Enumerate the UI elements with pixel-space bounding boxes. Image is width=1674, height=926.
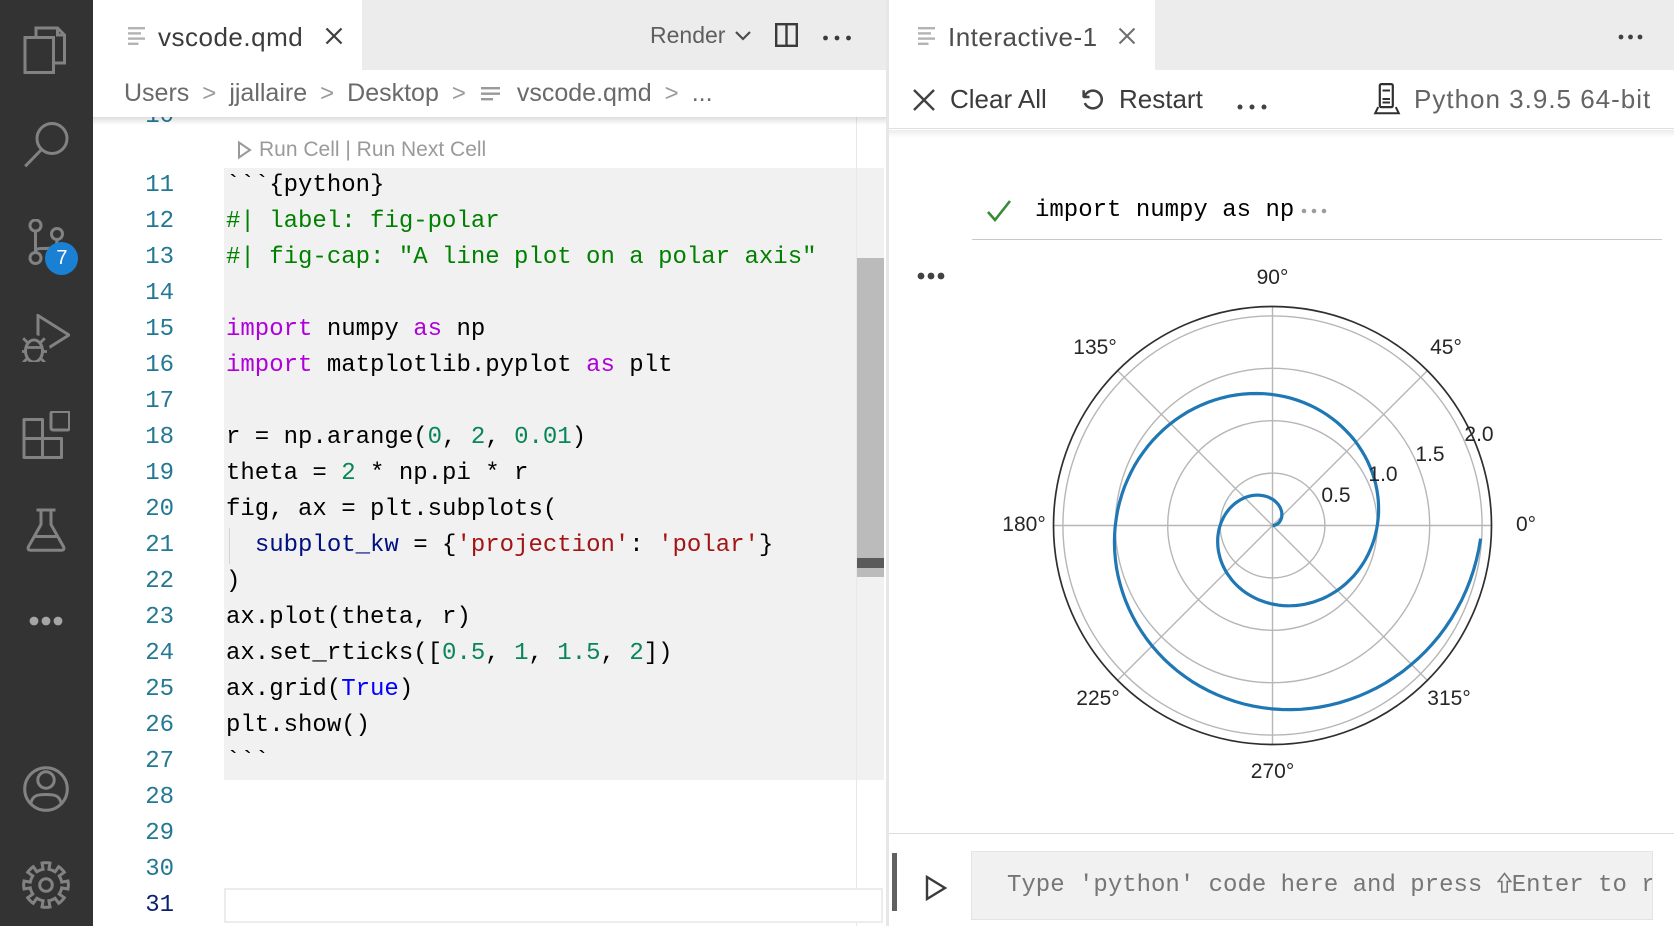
svg-text:180°: 180° xyxy=(1002,513,1045,536)
svg-text:1.0: 1.0 xyxy=(1368,463,1397,486)
svg-text:0°: 0° xyxy=(1516,513,1536,536)
svg-text:2.0: 2.0 xyxy=(1464,423,1493,446)
svg-text:135°: 135° xyxy=(1073,336,1116,359)
svg-text:0.5: 0.5 xyxy=(1321,484,1350,507)
svg-text:1.5: 1.5 xyxy=(1415,443,1444,466)
svg-text:270°: 270° xyxy=(1251,760,1294,783)
svg-text:225°: 225° xyxy=(1076,687,1119,710)
svg-text:90°: 90° xyxy=(1257,266,1289,289)
svg-text:315°: 315° xyxy=(1427,687,1470,710)
svg-text:45°: 45° xyxy=(1430,336,1462,359)
